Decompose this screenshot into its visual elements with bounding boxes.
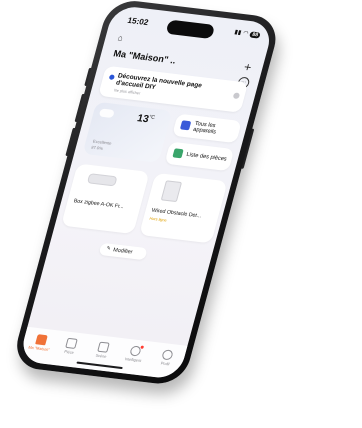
room-icon (65, 337, 78, 349)
scene-icon (97, 341, 110, 353)
home-indicator (76, 361, 123, 370)
tab-label: Scène (95, 353, 107, 359)
tab-room[interactable]: Pièce (54, 337, 88, 357)
obstacle-sensor-image (160, 180, 183, 203)
device-card[interactable]: Wired Obstacle Det... Hors ligne (138, 172, 228, 244)
wifi-icon: ◠ (242, 30, 250, 38)
tab-smart[interactable]: Intelligent (118, 344, 152, 364)
edit-button[interactable]: ✎ Modifier (98, 242, 148, 261)
cloud-icon (98, 108, 115, 119)
edit-label: Modifier (112, 246, 134, 256)
tab-label: Ma "Maison" (27, 345, 51, 353)
tab-home[interactable]: Ma "Maison" (24, 333, 58, 353)
devices-icon (179, 120, 192, 131)
room-list-tile[interactable]: Liste des pièces (164, 141, 235, 172)
tab-label: Profil (160, 361, 170, 367)
weather-card[interactable]: 13°C Excellente 87.0% (82, 101, 173, 163)
tab-label: Pièce (63, 349, 75, 355)
temperature-unit: °C (148, 114, 156, 121)
banner-title: Découvrez la nouvelle page d'accueil DIY (114, 72, 203, 92)
tab-label: Intelligent (124, 357, 142, 364)
pencil-icon: ✎ (105, 245, 112, 252)
tab-profile[interactable]: Profil (150, 348, 184, 368)
banner-close-button[interactable] (232, 92, 241, 100)
all-devices-label: Tous les appareils (192, 120, 217, 136)
dynamic-island (165, 19, 216, 40)
phone-mockup: 15:02 ▮▮ ◠ 88 ⌂ Ma "Maison" .. + ··· Déc… (10, 0, 282, 387)
signal-icon: ▮▮ (233, 29, 242, 37)
zigbee-hub-image (86, 173, 118, 187)
temperature-value: 13°C (136, 113, 156, 126)
profile-icon (161, 349, 174, 361)
product-photo: 15:02 ▮▮ ◠ 88 ⌂ Ma "Maison" .. + ··· Déc… (0, 0, 362, 428)
home-icon (35, 334, 48, 346)
room-list-icon (172, 148, 184, 159)
banner-info-icon (108, 74, 116, 80)
status-time: 15:02 (126, 15, 150, 28)
tab-scene[interactable]: Scène (86, 340, 120, 360)
humidity: 87.0% (90, 144, 104, 151)
home-selector[interactable]: Ma "Maison" .. (112, 48, 177, 65)
home-menu-icon[interactable]: ⌂ (117, 33, 124, 43)
notification-badge (140, 345, 145, 349)
status-icons: ▮▮ ◠ 88 (234, 29, 261, 39)
battery-indicator: 88 (249, 30, 261, 39)
all-devices-tile[interactable]: Tous les appareils (171, 113, 242, 144)
device-offline-status: Hors ligne (149, 216, 168, 223)
device-card[interactable]: Box zigbee A-OK Fr... (60, 163, 150, 235)
device-name: Box zigbee A-OK Fr... (72, 198, 125, 211)
room-list-label: Liste des pièces (185, 151, 228, 163)
add-device-button[interactable]: + (242, 60, 253, 75)
